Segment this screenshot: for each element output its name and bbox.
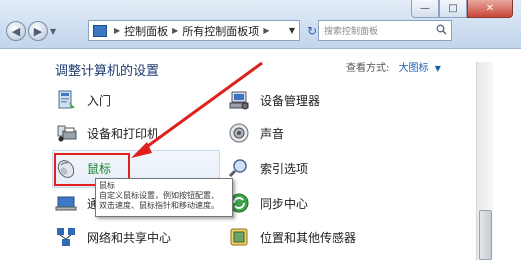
scrollbar-thumb[interactable]: [479, 210, 492, 260]
annotation-arrow: [131, 61, 263, 158]
vertical-scrollbar[interactable]: [476, 62, 493, 260]
tooltip-line: 自定义鼠标设置，例如按钮配置、: [99, 191, 219, 200]
tooltip-title: 鼠标: [99, 181, 115, 190]
tooltip: 鼠标 自定义鼠标设置，例如按钮配置、 双击速度、鼠标指针和移动速度。: [95, 178, 233, 217]
tooltip-line: 双击速度、鼠标指针和移动速度。: [99, 201, 219, 210]
